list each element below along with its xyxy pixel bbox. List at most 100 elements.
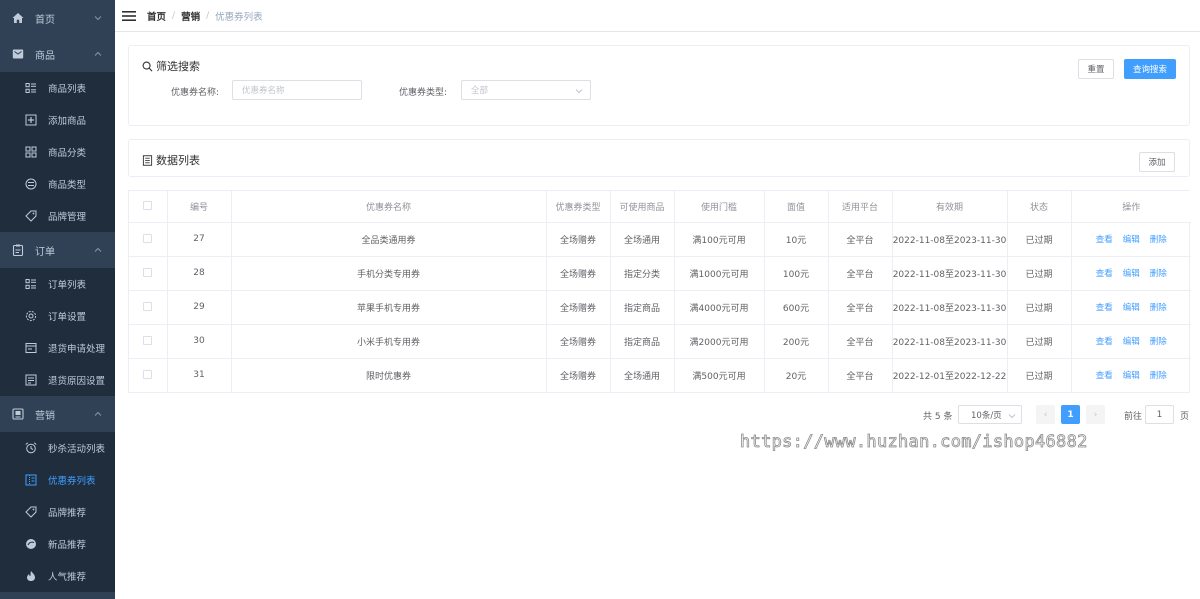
sidebar-item-3-4[interactable]: 人气推荐 [0,560,115,592]
delete-button[interactable]: 删除 [1150,235,1167,245]
table-cell: 全场赠券 [546,222,611,257]
goto-label: 前往 [1124,412,1143,422]
sidebar-item-label: 添加商品 [48,116,87,127]
page-number-button[interactable]: 1 [1061,405,1080,424]
coupon-type-placeholder: 全部 [471,86,489,96]
view-button[interactable]: 查看 [1096,235,1113,245]
order-icon [11,244,24,257]
chevron-up-icon [93,245,103,255]
list-icon [25,278,37,290]
prev-page-button[interactable]: ‹ [1036,405,1055,424]
column-header: 编号 [167,191,232,223]
coupon-type-select[interactable]: 全部 [461,80,591,100]
sidebar-item-1-1[interactable]: 添加商品 [0,104,115,136]
row-select-cell [129,290,168,325]
view-button[interactable]: 查看 [1096,371,1113,381]
sidebar: 首页 商品 商品列表添加商品商品分类 商品类型 品牌管理 订单 订单列表 订单设置 退货申请处理… [0,0,115,599]
sidebar-item-3-3[interactable]: 新品推荐 [0,528,115,560]
table-cell: 29 [167,290,232,325]
next-page-button[interactable]: › [1086,405,1105,424]
search-panel-title-text: 筛选搜索 [156,60,200,73]
select-all-cell[interactable] [129,191,168,223]
delete-button[interactable]: 删除 [1150,269,1167,279]
column-header: 使用门槛 [674,191,765,223]
delete-button[interactable]: 删除 [1150,371,1167,381]
breadcrumb-home[interactable]: 首页 [147,9,166,23]
breadcrumb-marketing[interactable]: 营销 [181,9,200,23]
view-button[interactable]: 查看 [1096,269,1113,279]
chevron-up-icon [93,49,103,59]
sidebar-item-2-0[interactable]: 订单列表 [0,268,115,300]
edit-button[interactable]: 编辑 [1123,235,1140,245]
sidebar-item-3-1[interactable]: 优惠券列表 [0,464,115,496]
delete-button[interactable]: 删除 [1150,303,1167,313]
sidebar-group-3[interactable]: 营销 [0,396,115,432]
sidebar-item-1-4[interactable]: 品牌管理 [0,200,115,232]
edit-button[interactable]: 编辑 [1123,269,1140,279]
table-cell: 指定分类 [610,256,675,291]
sidebar-group-2[interactable]: 订单 [0,232,115,268]
grid-icon [25,146,37,158]
sidebar-item-2-2[interactable]: 退货申请处理 [0,332,115,364]
coupon-icon [25,474,37,486]
sidebar-item-3-2[interactable]: 品牌推荐 [0,496,115,528]
view-button[interactable]: 查看 [1096,303,1113,313]
document-list-icon [142,154,153,166]
breadcrumb-separator: / [206,10,210,21]
return-icon [25,342,37,354]
row-checkbox[interactable] [143,336,153,345]
table-cell: 已过期 [1007,256,1072,291]
table-row: 31 限时优惠券 全场赠券 全场通用 满500元可用 20元 全平台 2022-12-01至2… [129,358,1191,392]
row-select-cell [129,358,168,392]
sidebar-item-1-2[interactable]: 商品分类 [0,136,115,168]
marketing-icon [11,408,24,421]
list-icon [25,82,37,94]
table-cell: 2022-12-01至2022-12-22 [892,358,1008,392]
sidebar-item-2-1[interactable]: 订单设置 [0,300,115,332]
row-checkbox[interactable] [143,302,153,311]
edit-button[interactable]: 编辑 [1123,337,1140,347]
sidebar-item-label: 退货原因设置 [48,376,106,387]
sidebar-item-2-3[interactable]: 退货原因设置 [0,364,115,396]
coupon-name-label: 优惠券名称: [171,88,220,98]
table-cell: 27 [167,222,232,257]
column-header: 适用平台 [828,191,893,223]
page-size-value: 10条/页 [971,410,1002,421]
table-cell: 2022-11-08至2023-11-30 [892,324,1008,359]
row-select-cell [129,324,168,359]
page-unit-label: 页 [1180,412,1190,422]
hamburger-icon[interactable] [122,9,136,23]
coupon-type-label: 优惠券类型: [399,88,448,98]
sidebar-item-3-0[interactable]: 秒杀活动列表 [0,432,115,464]
query-search-button[interactable]: 查询搜索 [1124,59,1176,79]
sidebar-item-label: 新品推荐 [48,540,87,551]
page-size-select[interactable]: 10条/页 [958,405,1022,424]
sidebar-item-label: 优惠券列表 [48,476,96,487]
table-cell: 指定商品 [610,324,675,359]
table-cell: 全场赠券 [546,256,611,291]
sidebar-item-1-3[interactable]: 商品类型 [0,168,115,200]
sidebar-group-0[interactable]: 首页 [0,0,115,36]
add-coupon-button[interactable]: 添加 [1139,152,1175,172]
edit-button[interactable]: 编辑 [1123,303,1140,313]
row-checkbox[interactable] [143,234,153,243]
column-header: 操作 [1071,191,1191,223]
sidebar-item-1-0[interactable]: 商品列表 [0,72,115,104]
row-checkbox[interactable] [143,268,153,277]
sidebar-group-1[interactable]: 商品 [0,36,115,72]
select-all-checkbox[interactable] [143,201,153,211]
table-row: 28 手机分类专用券 全场赠券 指定分类 满1000元可用 100元 全平台 2022-11-… [129,256,1191,291]
table-cell: 全平台 [828,256,893,291]
column-header: 优惠券类型 [546,191,611,223]
row-actions: 查看 编辑 删除 [1071,256,1191,291]
table-cell: 100元 [764,256,829,291]
table-cell: 已过期 [1007,222,1072,257]
delete-button[interactable]: 删除 [1150,337,1167,347]
edit-button[interactable]: 编辑 [1123,371,1140,381]
view-button[interactable]: 查看 [1096,337,1113,347]
row-checkbox[interactable] [143,370,153,380]
goto-page-input[interactable]: 1 [1145,405,1174,424]
coupon-name-input[interactable]: 优惠券名称 [232,80,362,100]
reset-button[interactable]: 重置 [1078,59,1114,79]
type-icon [25,178,37,190]
